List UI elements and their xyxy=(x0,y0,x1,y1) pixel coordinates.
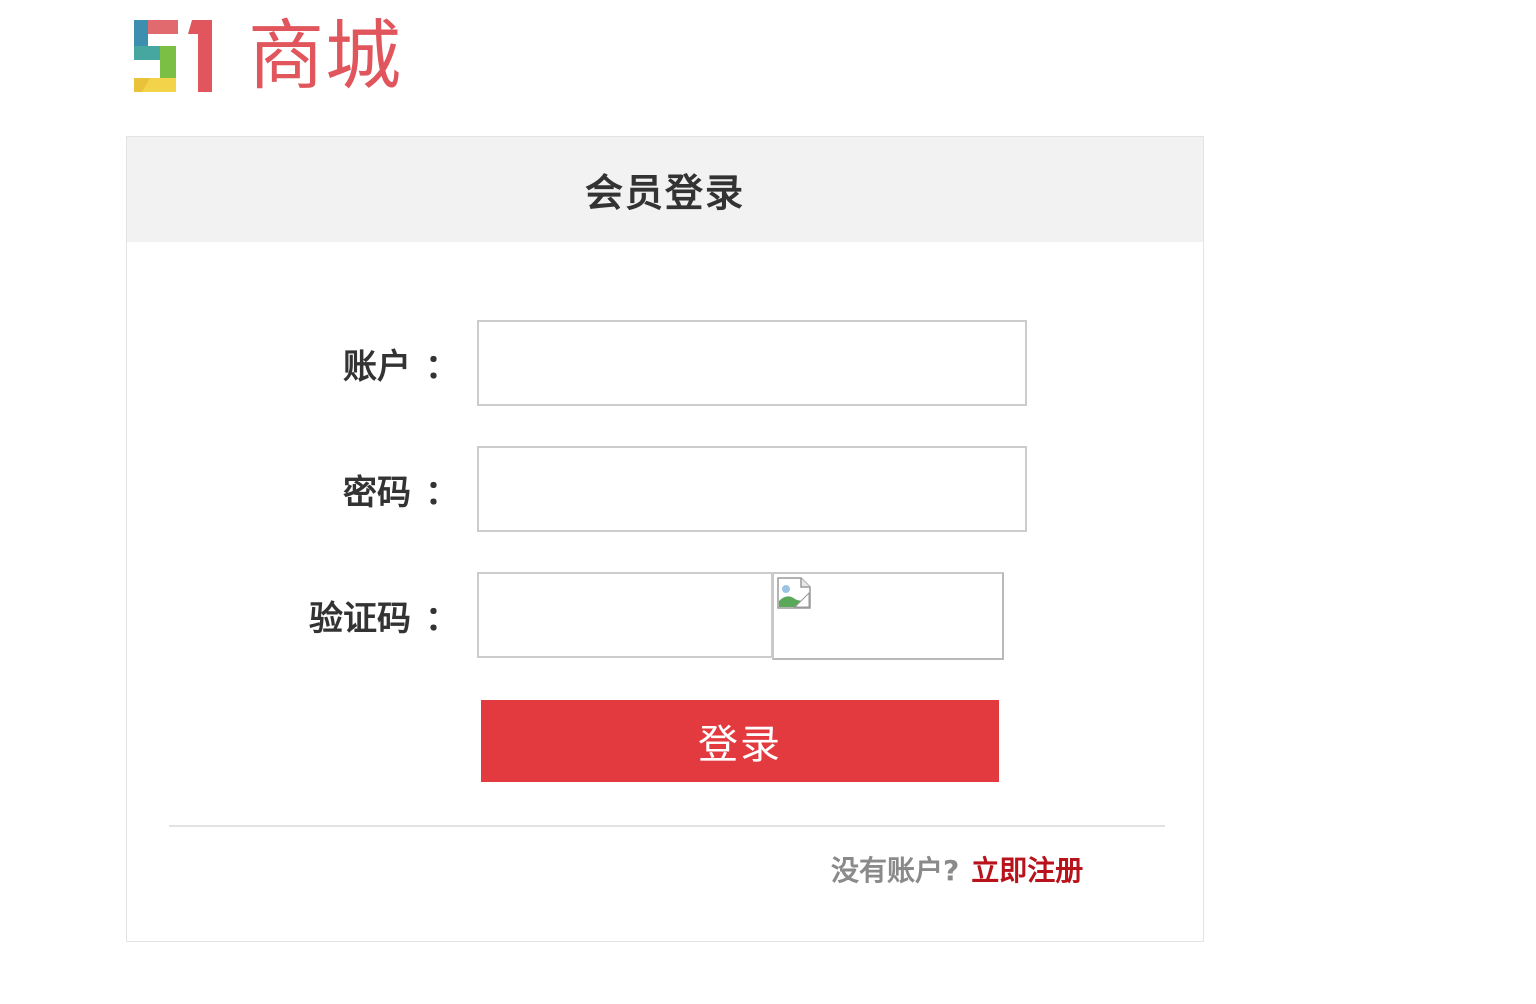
divider xyxy=(169,825,1165,827)
logo-mark-51 xyxy=(134,20,212,92)
login-title: 会员登录 xyxy=(127,137,1203,242)
password-label-wrap: 密码 ： xyxy=(127,447,459,531)
account-label: 账户 ： xyxy=(343,339,459,388)
password-colon: ： xyxy=(425,472,459,513)
register-link[interactable]: 立即注册 xyxy=(971,854,1083,887)
password-input[interactable] xyxy=(477,446,1027,532)
captcha-label-wrap: 验证码 ： xyxy=(127,573,459,657)
password-label: 密码 ： xyxy=(343,465,459,514)
broken-image-icon xyxy=(777,577,811,609)
account-input[interactable] xyxy=(477,320,1027,406)
register-prompt: 没有账户? 立即注册 xyxy=(831,849,1083,889)
logo-brand-text: 商城 xyxy=(248,11,402,100)
password-label-text: 密码 xyxy=(343,472,411,513)
login-panel: 会员登录 账户 ： 密码 ： 验证码 ： 登录 没有账户? 立即注册 xyxy=(126,136,1204,942)
account-label-text: 账户 xyxy=(343,346,411,387)
no-account-text: 没有账户? xyxy=(831,854,960,887)
captcha-input[interactable] xyxy=(477,572,773,658)
account-label-wrap: 账户 ： xyxy=(127,321,459,405)
captcha-colon: ： xyxy=(425,598,459,639)
captcha-label-text: 验证码 xyxy=(309,598,411,639)
account-colon: ： xyxy=(425,346,459,387)
login-button[interactable]: 登录 xyxy=(481,700,999,782)
captcha-image[interactable] xyxy=(772,572,1004,660)
captcha-label: 验证码 ： xyxy=(309,591,459,640)
site-logo[interactable]: 商城 xyxy=(130,14,402,98)
